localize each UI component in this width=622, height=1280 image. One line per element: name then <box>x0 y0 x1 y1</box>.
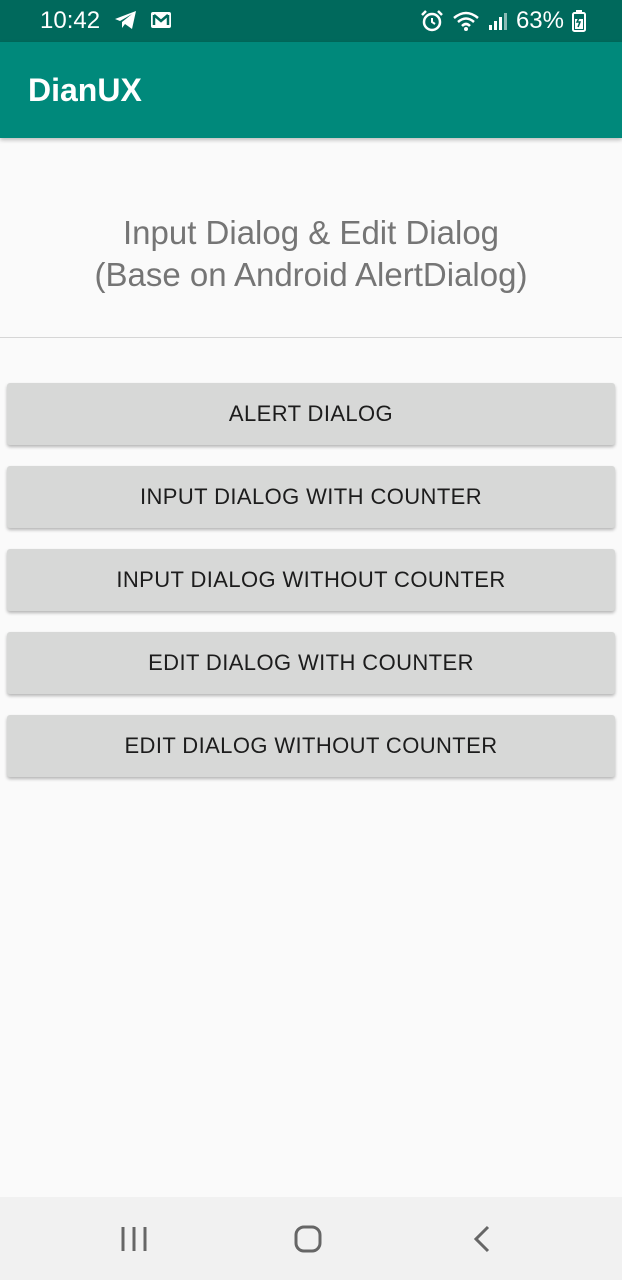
input-dialog-with-counter-button[interactable]: INPUT DIALOG WITH COUNTER <box>7 466 615 528</box>
status-system-icons: 63% <box>420 7 586 35</box>
home-icon[interactable] <box>290 1221 326 1257</box>
signal-icon <box>488 11 508 31</box>
input-dialog-without-counter-button[interactable]: INPUT DIALOG WITHOUT COUNTER <box>7 549 615 611</box>
battery-percentage: 63% <box>515 7 564 34</box>
back-icon[interactable] <box>466 1221 502 1257</box>
app-title: DianUX <box>28 72 142 108</box>
status-notification-icons <box>114 9 172 36</box>
alarm-icon <box>420 9 444 33</box>
wifi-icon <box>452 10 480 32</box>
heading-line-2: (Base on Android AlertDialog) <box>94 256 528 293</box>
page-heading: Input Dialog & Edit Dialog (Base on Andr… <box>0 212 622 296</box>
recent-apps-icon[interactable] <box>116 1221 152 1257</box>
edit-dialog-without-counter-button[interactable]: EDIT DIALOG WITHOUT COUNTER <box>7 715 615 777</box>
status-time: 10:42 <box>40 7 101 34</box>
alert-dialog-button[interactable]: ALERT DIALOG <box>7 383 615 445</box>
divider <box>0 337 622 338</box>
edit-dialog-with-counter-button[interactable]: EDIT DIALOG WITH COUNTER <box>7 632 615 694</box>
heading-line-1: Input Dialog & Edit Dialog <box>122 214 500 251</box>
telegram-icon <box>114 9 138 36</box>
navigation-bar <box>0 1197 622 1280</box>
battery-icon <box>572 10 586 32</box>
status-bar: 10:42 63% <box>0 0 622 42</box>
app-bar: DianUX <box>0 42 622 138</box>
gmail-icon <box>150 11 172 34</box>
